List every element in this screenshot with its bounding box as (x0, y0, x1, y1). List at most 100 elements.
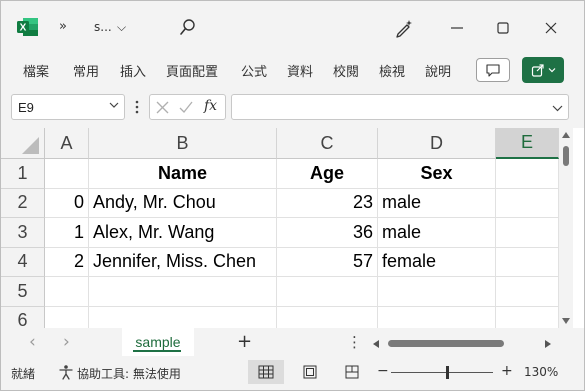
sheet-tab-sample[interactable]: sample (122, 328, 194, 356)
confirm-entry-icon[interactable] (179, 101, 193, 114)
formula-tools: fx (149, 94, 226, 120)
cell-b4[interactable]: Jennifer, Miss. Chen (89, 247, 277, 277)
add-sheet-button[interactable]: + (237, 331, 252, 352)
column-header-e[interactable]: E (496, 128, 559, 159)
cancel-entry-icon[interactable] (156, 101, 169, 114)
scroll-up-icon[interactable] (562, 132, 570, 138)
zoom-out-button[interactable]: − (377, 363, 389, 379)
tab-home[interactable]: 常用 (73, 61, 99, 80)
column-header-c[interactable]: C (277, 128, 378, 159)
search-icon[interactable] (179, 18, 197, 36)
comments-button[interactable] (476, 58, 510, 82)
cell-d3[interactable]: male (378, 218, 496, 248)
scroll-left-icon[interactable] (373, 340, 379, 348)
cell-a5[interactable] (45, 277, 89, 307)
excel-window: X » s... ⌵ 檔案 常用 插入 頁面配置 公式 資料 校閱 檢視 說明 … (0, 0, 585, 391)
cell-c5[interactable] (277, 277, 378, 307)
vertical-scrollbar[interactable] (559, 128, 573, 328)
accessibility-icon[interactable] (58, 364, 74, 380)
cell-b6[interactable] (89, 306, 277, 328)
cell-b2[interactable]: Andy, Mr. Chou (89, 188, 277, 218)
page-break-view-button[interactable] (334, 360, 370, 384)
column-header-a[interactable]: A (45, 128, 89, 159)
share-icon (531, 64, 544, 77)
cell-d2[interactable]: male (378, 188, 496, 218)
cell-e5[interactable] (496, 277, 559, 307)
cell-a1[interactable] (45, 159, 89, 189)
scroll-right-icon[interactable] (545, 340, 551, 348)
column-header-d[interactable]: D (378, 128, 496, 159)
cell-d1[interactable]: Sex (378, 159, 496, 189)
cell-c6[interactable] (277, 306, 378, 328)
cell-d4[interactable]: female (378, 247, 496, 277)
cell-e2[interactable] (496, 188, 559, 218)
cell-b3[interactable]: Alex, Mr. Wang (89, 218, 277, 248)
select-all-corner[interactable] (1, 128, 45, 159)
zoom-level[interactable]: 130% (524, 365, 558, 379)
row-header-3[interactable]: 3 (1, 218, 45, 248)
formula-bar-options-icon[interactable] (135, 100, 139, 114)
tab-file[interactable]: 檔案 (23, 61, 49, 80)
cell-b5[interactable] (89, 277, 277, 307)
zoom-slider-track[interactable] (391, 372, 493, 373)
tab-help[interactable]: 說明 (425, 61, 451, 80)
maximize-button[interactable] (483, 13, 523, 43)
tab-page-layout[interactable]: 頁面配置 (166, 61, 218, 80)
column-header-b[interactable]: B (89, 128, 277, 159)
cell-e1[interactable] (496, 159, 559, 189)
more-commands-button[interactable]: » (59, 19, 67, 34)
vertical-scroll-thumb[interactable] (563, 146, 569, 166)
tab-review[interactable]: 校閱 (333, 61, 359, 80)
tab-data[interactable]: 資料 (287, 61, 313, 80)
cell-c2[interactable]: 23 (277, 188, 378, 218)
share-button[interactable] (522, 57, 564, 83)
insert-function-button[interactable]: fx (204, 98, 217, 114)
formula-input[interactable] (231, 94, 569, 120)
row-header-2[interactable]: 2 (1, 188, 45, 218)
sheet-tab-label: sample (135, 334, 181, 350)
zoom-slider-thumb[interactable] (446, 366, 449, 379)
cell-c4[interactable]: 57 (277, 247, 378, 277)
name-box[interactable]: E9 (11, 94, 125, 120)
next-sheet-button[interactable]: › (63, 332, 70, 352)
row-header-5[interactable]: 5 (1, 277, 45, 307)
row-header-1[interactable]: 1 (1, 159, 45, 189)
cell-a4[interactable]: 2 (45, 247, 89, 277)
worksheet-grid[interactable]: A B C D E 1 2 3 4 5 6 Name Age Sex 0 And… (1, 128, 584, 328)
cell-e3[interactable] (496, 218, 559, 248)
title-bar: X » s... ⌵ (1, 1, 584, 57)
tab-formulas[interactable]: 公式 (241, 61, 267, 80)
cell-a2[interactable]: 0 (45, 188, 89, 218)
accessibility-status[interactable]: 協助工具: 無法使用 (77, 365, 181, 382)
cell-c3[interactable]: 36 (277, 218, 378, 248)
minimize-button[interactable] (437, 13, 477, 43)
prev-sheet-button[interactable]: ‹ (29, 332, 36, 352)
row-header-4[interactable]: 4 (1, 247, 45, 277)
cell-a3[interactable]: 1 (45, 218, 89, 248)
file-name[interactable]: s... (94, 20, 112, 34)
scroll-down-icon[interactable] (562, 318, 570, 324)
zoom-in-button[interactable]: + (501, 363, 513, 379)
normal-view-button[interactable] (248, 360, 284, 384)
file-menu-chevron-icon[interactable]: ⌵ (117, 20, 126, 35)
cell-c1[interactable]: Age (277, 159, 378, 189)
page-layout-view-button[interactable] (292, 360, 328, 384)
grid-view-icon (258, 365, 274, 379)
close-button[interactable] (531, 13, 571, 43)
cell-e4[interactable] (496, 247, 559, 277)
row-header-6[interactable]: 6 (1, 306, 45, 328)
pen-sparkle-icon[interactable] (394, 18, 414, 38)
name-box-chevron-icon[interactable] (109, 100, 119, 110)
horizontal-scroll-thumb[interactable] (388, 340, 504, 347)
page-layout-icon (303, 365, 317, 379)
sheet-options-button[interactable]: ⋮ (347, 333, 362, 351)
cell-d5[interactable] (378, 277, 496, 307)
expand-formula-bar-icon[interactable] (552, 103, 563, 113)
cell-b1[interactable]: Name (89, 159, 277, 189)
cell-a6[interactable] (45, 306, 89, 328)
tab-insert[interactable]: 插入 (120, 61, 146, 80)
tab-view[interactable]: 檢視 (379, 61, 405, 80)
cell-d6[interactable] (378, 306, 496, 328)
cell-e6[interactable] (496, 306, 559, 328)
minimize-icon (451, 27, 463, 29)
